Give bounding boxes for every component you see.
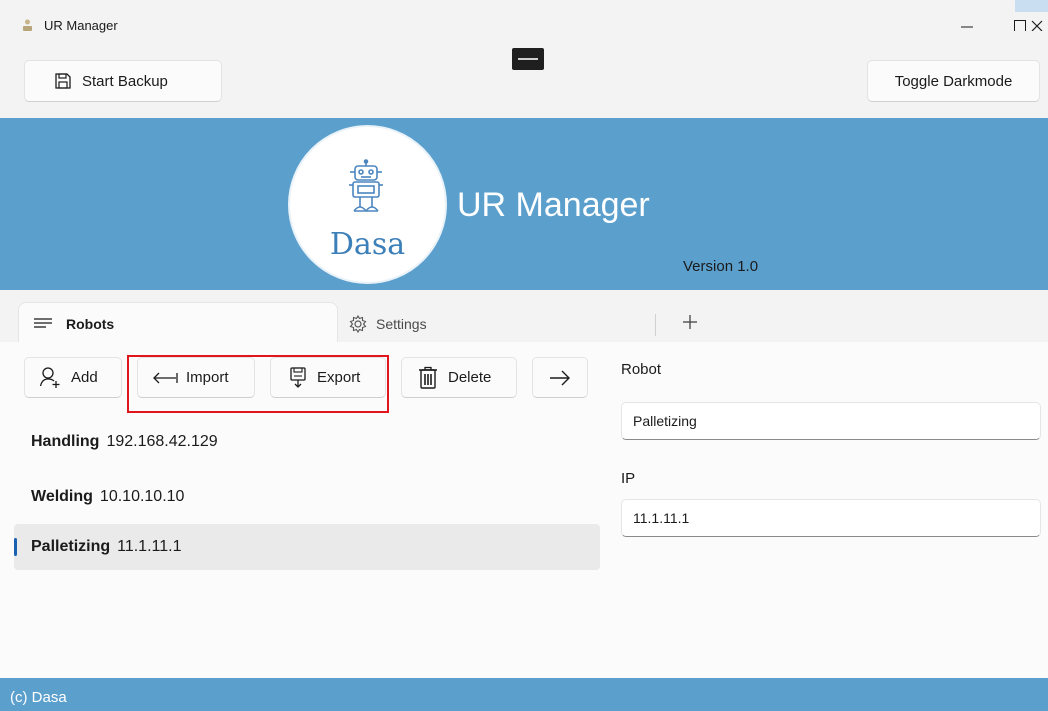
floppy-disk-icon <box>55 73 71 89</box>
minimize-icon <box>961 26 973 28</box>
title-bar[interactable]: UR Manager <box>0 0 1048 48</box>
hamburger-icon <box>34 318 52 328</box>
plus-icon <box>683 315 697 329</box>
robot-name: Welding <box>31 488 93 505</box>
logo-text: Dasa <box>329 227 406 262</box>
delete-label: Delete <box>448 369 492 386</box>
next-button[interactable] <box>532 357 588 398</box>
ip-field-label: IP <box>621 470 636 487</box>
robot-ip: 192.168.42.129 <box>106 433 218 450</box>
tab-settings-label: Settings <box>376 316 427 332</box>
app-name: UR Manager <box>457 186 650 224</box>
add-button[interactable]: Add <box>24 357 122 398</box>
tab-strip: Robots Settings <box>0 290 1048 344</box>
robot-name: Handling <box>31 433 100 450</box>
logo: Dasa <box>288 125 447 284</box>
start-backup-label: Start Backup <box>82 72 168 90</box>
import-export-highlight <box>127 355 389 413</box>
tab-robots-label: Robots <box>66 316 115 332</box>
drag-handle[interactable] <box>512 48 544 70</box>
robot-ip: 11.1.11.1 <box>117 538 182 555</box>
footer: (c) Dasa <box>0 678 1048 711</box>
robot-logo-icon <box>349 159 383 212</box>
trash-icon <box>419 366 437 389</box>
robot-list-item[interactable]: Handling 192.168.42.129 <box>14 419 600 465</box>
delete-button[interactable]: Delete <box>401 357 517 398</box>
robot-name-input[interactable] <box>621 402 1041 440</box>
robots-panel: Add Import Export Delete Handling 192.16… <box>0 342 1048 678</box>
app-icon <box>23 19 32 31</box>
toggle-darkmode-button[interactable]: Toggle Darkmode <box>867 60 1040 102</box>
tab-separator <box>655 314 656 336</box>
window-title: UR Manager <box>44 18 118 33</box>
close-icon <box>1031 20 1043 31</box>
header-banner: Dasa UR Manager Version 1.0 <box>0 118 1048 290</box>
toggle-darkmode-label: Toggle Darkmode <box>894 72 1013 90</box>
robot-ip: 10.10.10.10 <box>99 488 185 505</box>
robot-list-item[interactable]: Welding 10.10.10.10 <box>14 474 600 520</box>
corner-accent <box>1015 0 1048 12</box>
robot-field-label: Robot <box>621 361 662 378</box>
copyright-text: (c) Dasa <box>10 689 67 706</box>
gear-icon <box>349 314 367 334</box>
tab-robots[interactable]: Robots <box>18 302 338 344</box>
maximize-icon <box>1014 20 1026 31</box>
add-user-icon <box>39 366 60 388</box>
ip-input[interactable] <box>621 499 1041 537</box>
add-tab-button[interactable] <box>680 312 700 332</box>
arrow-right-icon <box>550 370 570 385</box>
version-label: Version 1.0 <box>683 258 759 275</box>
minimize-button[interactable] <box>947 0 987 48</box>
selection-indicator <box>14 538 17 556</box>
add-label: Add <box>71 369 98 386</box>
robot-list-item-selected[interactable]: Palletizing 11.1.11.1 <box>14 524 600 570</box>
robot-name: Palletizing <box>31 538 111 555</box>
start-backup-button[interactable]: Start Backup <box>24 60 222 102</box>
